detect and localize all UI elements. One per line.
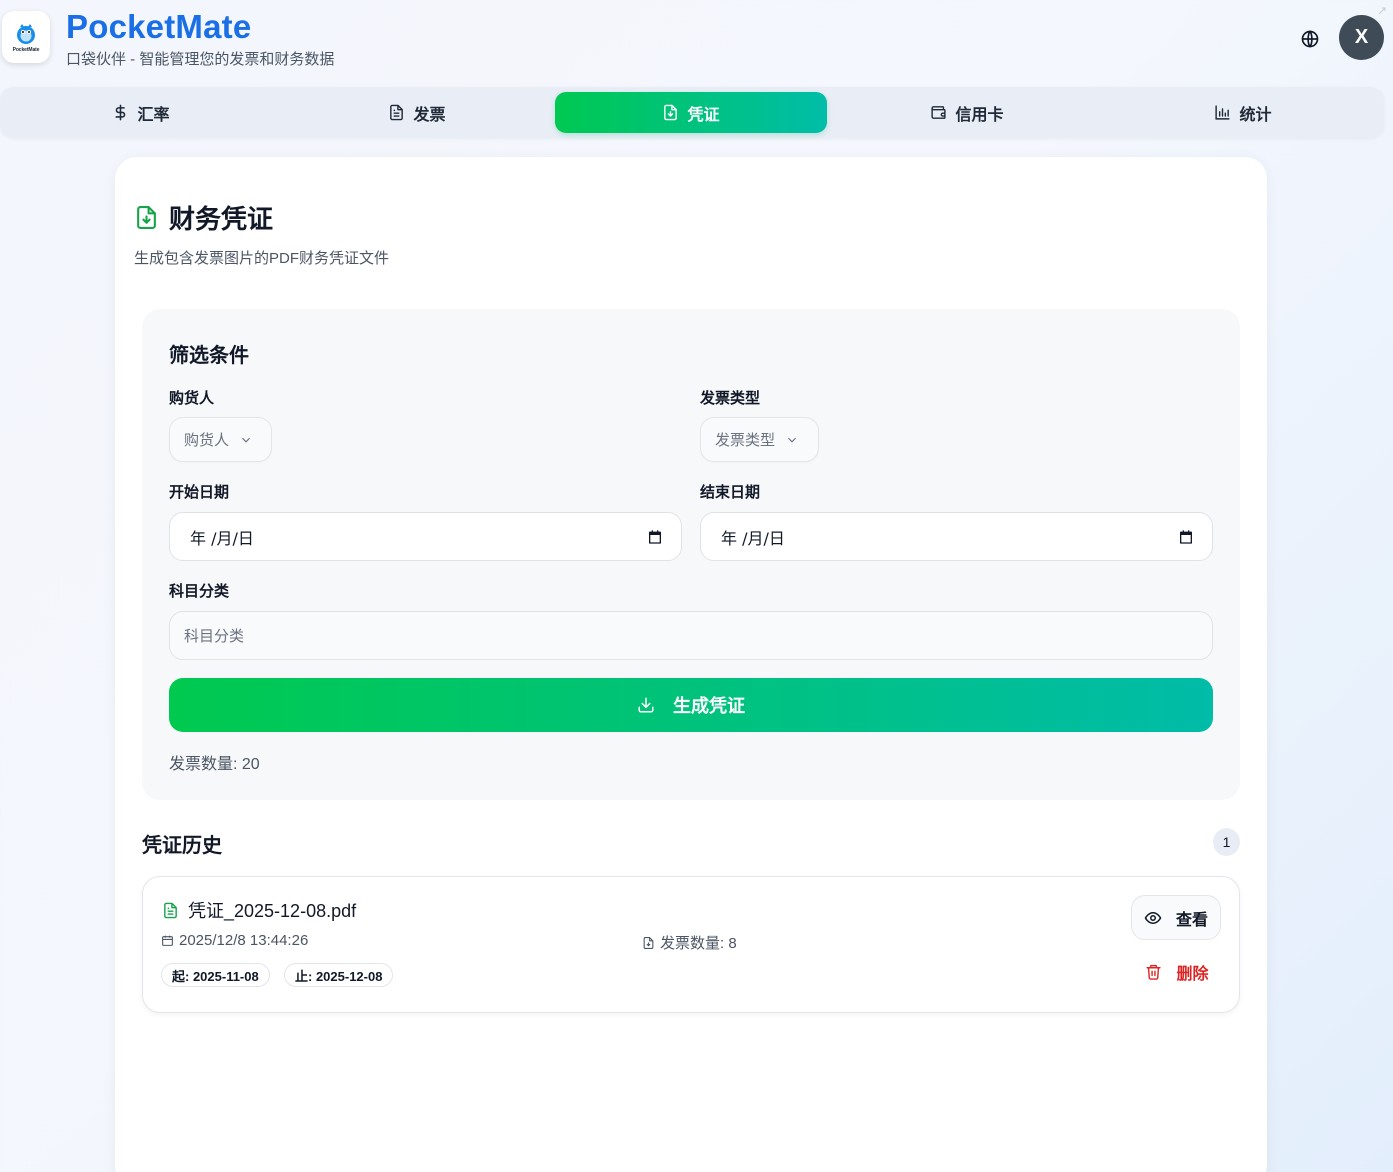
invoice-type-select[interactable]: 发票类型 (700, 417, 819, 462)
chevron-down-icon (788, 437, 796, 443)
tab-credit-card[interactable]: 信用卡 (831, 92, 1103, 133)
end-date-input[interactable]: 年 /月/日 (700, 512, 1213, 561)
tab-voucher[interactable]: 凭证 (555, 92, 827, 133)
page-header: 财务凭证 (134, 199, 273, 236)
buyer-label: 购货人 (169, 390, 215, 407)
tab-bar: 汇率 发票 凭证 信用卡 统计 (0, 87, 1384, 138)
generate-voucher-label: 生成凭证 (673, 696, 745, 716)
start-date-label: 开始日期 (169, 484, 230, 501)
app-title: PocketMate (66, 8, 252, 45)
tab-label: 发票 (413, 106, 446, 124)
delete-voucher-label: 删除 (1176, 966, 1209, 983)
invoice-count: 发票数量: 20 (169, 756, 260, 773)
end-date-value: 年 /月/日 (721, 528, 785, 548)
page-title: 财务凭证 (169, 204, 274, 234)
invoice-type-select-value: 发票类型 (715, 432, 776, 449)
voucher-end-chip: 止: 2025-12-08 (284, 963, 394, 987)
generate-voucher-button[interactable]: 生成凭证 (169, 678, 1213, 732)
calendar-icon[interactable] (647, 529, 663, 545)
tab-label: 统计 (1239, 106, 1272, 124)
view-voucher-label: 查看 (1175, 911, 1208, 929)
file-download-icon (137, 206, 156, 229)
buyer-select-value: 购货人 (184, 432, 230, 449)
view-voucher-button[interactable]: 查看 (1131, 895, 1221, 940)
mascot-icon (17, 23, 35, 44)
chevron-down-icon (242, 437, 250, 443)
end-date-label: 结束日期 (700, 484, 761, 501)
download-icon (638, 697, 654, 713)
voucher-file: 凭证_2025-12-08.pdf (162, 897, 356, 923)
calendar-icon[interactable] (1178, 529, 1194, 545)
app-logo[interactable]: PocketMate (2, 11, 50, 63)
file-text-icon (164, 902, 177, 918)
tab-label: 信用卡 (955, 106, 1004, 124)
app-subtitle: 口袋伙伴 - 智能管理您的发票和财务数据 (66, 51, 335, 68)
buyer-select[interactable]: 购货人 (169, 417, 272, 462)
file-download-icon (664, 104, 678, 121)
dollar-icon (115, 104, 126, 121)
start-date-input[interactable]: 年 /月/日 (169, 512, 682, 561)
page-subtitle: 生成包含发票图片的PDF财务凭证文件 (134, 250, 390, 267)
delete-voucher-button[interactable]: 删除 (1137, 955, 1217, 989)
logo-text: PocketMate (12, 46, 40, 53)
tab-label: 汇率 (137, 106, 170, 124)
category-placeholder: 科目分类 (184, 628, 245, 645)
document-icon (390, 104, 404, 121)
file-icon (643, 936, 654, 949)
voucher-filename: 凭证_2025-12-08.pdf (188, 901, 357, 921)
language-button[interactable] (1298, 27, 1322, 51)
bar-chart-icon (1215, 105, 1231, 120)
corner-icon (1378, 7, 1386, 15)
voucher-created-time: 2025/12/8 13:44:26 (179, 932, 309, 949)
voucher-invoice-count: 发票数量: 8 (642, 932, 737, 953)
eye-icon (1144, 911, 1162, 924)
voucher-start-chip: 起: 2025-11-08 (161, 963, 270, 987)
category-input[interactable]: 科目分类 (169, 611, 1213, 660)
voucher-invoice-count-text: 发票数量: 8 (660, 935, 737, 952)
trash-icon (1146, 964, 1162, 980)
wallet-icon (931, 106, 947, 119)
tab-label: 凭证 (687, 106, 720, 124)
start-date-value: 年 /月/日 (190, 528, 254, 548)
category-label: 科目分类 (169, 583, 230, 600)
history-title: 凭证历史 (142, 835, 222, 857)
calendar-icon (162, 935, 173, 946)
filter-title: 筛选条件 (169, 345, 249, 367)
app-header: PocketMate PocketMate 口袋伙伴 - 智能管理您的发票和财务… (0, 0, 1393, 84)
invoice-type-label: 发票类型 (700, 390, 761, 407)
tab-invoice[interactable]: 发票 (281, 92, 553, 133)
voucher-created: 2025/12/8 13:44:26 (161, 932, 308, 949)
tab-statistics[interactable]: 统计 (1107, 92, 1379, 133)
history-count-badge: 1 (1213, 828, 1240, 856)
tab-exchange-rate[interactable]: 汇率 (5, 92, 277, 133)
user-avatar[interactable]: X (1339, 15, 1384, 60)
globe-icon (1301, 30, 1319, 48)
